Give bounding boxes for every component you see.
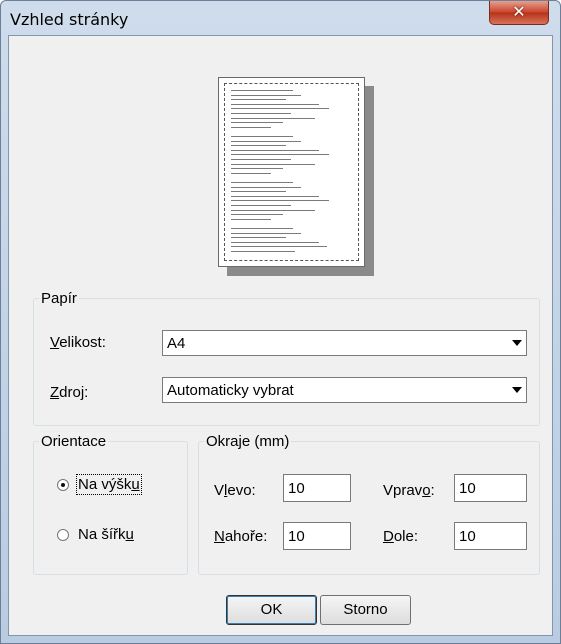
- preview-text-line: [231, 117, 315, 119]
- margin-bottom-label: Dole:: [383, 528, 419, 545]
- margin-left-label: Vlevo:: [214, 482, 256, 499]
- preview-text-line: [231, 168, 283, 170]
- chevron-down-icon[interactable]: [512, 340, 522, 346]
- preview-text-line: [231, 241, 319, 243]
- preview-text-line: [231, 209, 315, 211]
- preview-text-line: [231, 94, 301, 96]
- paper-size-value: A4: [167, 335, 186, 352]
- preview-text-line: [231, 232, 301, 234]
- preview-text-line: [231, 108, 329, 110]
- paper-source-label: Zdroj:: [50, 384, 89, 401]
- paper-group: Papír: [33, 290, 540, 426]
- paper-size-select[interactable]: A4: [162, 330, 527, 356]
- portrait-label[interactable]: Na výšku: [76, 474, 142, 495]
- margin-bottom-input[interactable]: [454, 522, 527, 550]
- margin-right-label: Vpravo:: [383, 482, 435, 499]
- preview-text-line: [231, 218, 271, 220]
- preview-text-line: [231, 140, 301, 142]
- title-bar[interactable]: Vzhled stránky ✕: [1, 1, 560, 35]
- preview-text-line: [231, 99, 286, 101]
- preview-text-line: [231, 159, 291, 160]
- paper-source-select[interactable]: Automaticky vybrat: [162, 377, 527, 403]
- paper-group-legend: Papír: [41, 290, 77, 307]
- margin-left-input[interactable]: [283, 474, 351, 502]
- page-preview: [218, 77, 365, 267]
- preview-text-line: [231, 200, 329, 202]
- margin-top-label: Nahoře:: [214, 528, 268, 545]
- cancel-button[interactable]: Storno: [320, 595, 411, 625]
- orientation-group-legend: Orientace: [41, 433, 107, 450]
- chevron-down-icon[interactable]: [512, 387, 522, 393]
- preview-text-line: [231, 246, 327, 248]
- paper-size-label: Velikost:: [50, 334, 106, 351]
- orientation-group: Orientace: [33, 433, 188, 575]
- window-title: Vzhled stránky: [10, 10, 129, 29]
- margin-top-input[interactable]: [283, 522, 351, 550]
- preview-text-line: [231, 186, 301, 188]
- preview-text-line: [231, 195, 319, 197]
- ok-button[interactable]: OK: [226, 595, 317, 625]
- preview-text-line: [231, 205, 291, 206]
- page-setup-dialog: Vzhled stránky ✕ Papír Velikost: A4 Zdro…: [0, 0, 561, 644]
- landscape-radio[interactable]: [57, 529, 69, 541]
- preview-text-line: [231, 149, 319, 151]
- close-button[interactable]: ✕: [489, 1, 549, 25]
- preview-text-line: [231, 237, 286, 239]
- preview-text-line: [231, 228, 293, 229]
- preview-text-line: [231, 154, 329, 156]
- preview-text-line: [231, 136, 293, 137]
- preview-text-line: [231, 103, 319, 105]
- margin-right-input[interactable]: [454, 474, 527, 502]
- preview-text-line: [231, 145, 286, 147]
- close-icon: ✕: [512, 2, 526, 21]
- preview-text-line: [231, 182, 293, 183]
- paper-source-value: Automaticky vybrat: [167, 382, 294, 399]
- landscape-label[interactable]: Na šířku: [78, 526, 134, 543]
- preview-text-line: [231, 172, 271, 174]
- preview-text-line: [231, 113, 291, 114]
- preview-text-line: [231, 126, 271, 128]
- margins-group-legend: Okraje (mm): [206, 433, 290, 450]
- preview-text-line: [231, 191, 286, 193]
- preview-text-line: [231, 251, 295, 252]
- dialog-body: Papír Velikost: A4 Zdroj: Automaticky vy…: [8, 35, 553, 636]
- preview-text-line: [231, 214, 283, 216]
- preview-text-line: [231, 163, 315, 165]
- preview-text-line: [231, 90, 293, 91]
- preview-text-line: [231, 122, 283, 124]
- portrait-radio[interactable]: [57, 479, 69, 491]
- margins-group: Okraje (mm): [198, 433, 540, 575]
